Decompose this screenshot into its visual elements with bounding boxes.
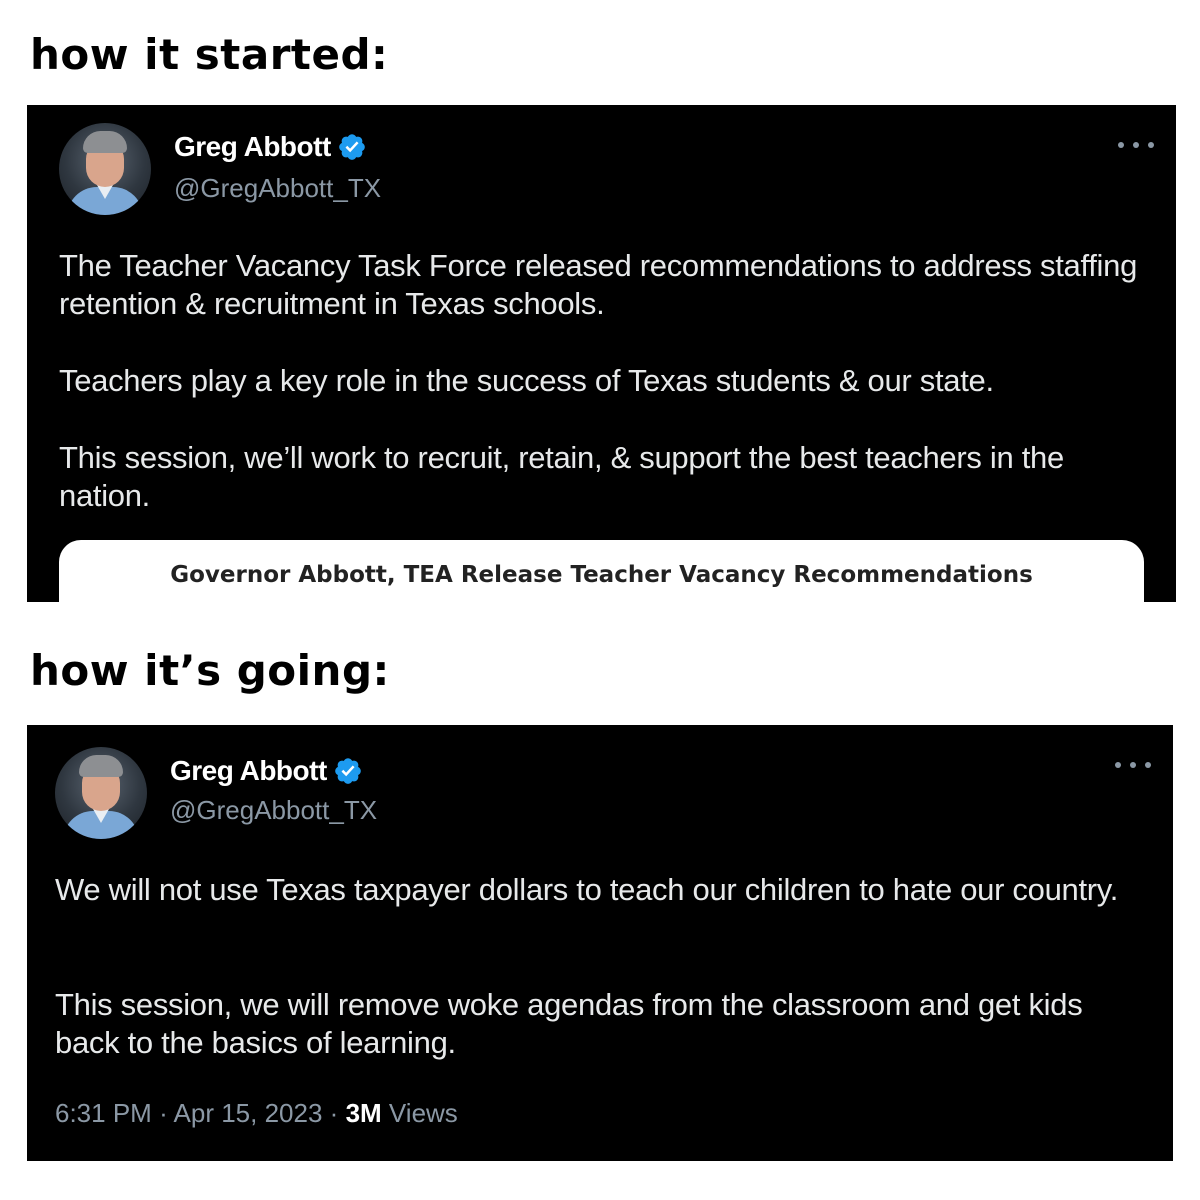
tweet-text-paragraph: The Teacher Vacancy Task Force released … <box>59 248 1138 321</box>
author-handle[interactable]: @GregAbbott_TX <box>174 173 381 204</box>
link-preview-title[interactable]: Governor Abbott, TEA Release Teacher Vac… <box>59 562 1144 588</box>
tweet-time[interactable]: 6:31 PM <box>55 1098 152 1128</box>
meta-separator: · <box>329 1098 339 1128</box>
tweet-date[interactable]: Apr 15, 2023 <box>174 1098 323 1128</box>
author-display-name[interactable]: Greg Abbott <box>174 131 331 163</box>
tweet-text-paragraph: Teachers play a key role in the success … <box>59 363 994 398</box>
views-label: Views <box>388 1098 458 1128</box>
tweet-card-second[interactable]: Greg Abbott @GregAbbott_TX We will not u… <box>27 725 1173 1161</box>
tweet-metadata: 6:31 PM · Apr 15, 2023 · 3M Views <box>55 1098 458 1129</box>
author-name-row[interactable]: Greg Abbott <box>174 131 367 163</box>
verified-badge-icon <box>338 134 365 160</box>
profile-avatar[interactable] <box>59 123 151 215</box>
more-options-icon[interactable] <box>1115 759 1151 771</box>
meta-separator: · <box>159 1098 168 1128</box>
profile-avatar[interactable] <box>55 747 147 839</box>
author-handle[interactable]: @GregAbbott_TX <box>170 795 377 826</box>
caption-how-its-going: how it’s going: <box>30 646 390 695</box>
more-options-icon[interactable] <box>1118 139 1154 151</box>
tweet-card-first[interactable]: Greg Abbott @GregAbbott_TX The Teacher V… <box>27 105 1176 602</box>
verified-badge-icon <box>334 758 361 784</box>
author-name-row[interactable]: Greg Abbott <box>170 755 363 787</box>
views-count: 3M <box>345 1098 382 1128</box>
tweet-text-paragraph: This session, we will remove woke agenda… <box>55 987 1083 1060</box>
tweet-text-paragraph: We will not use Texas taxpayer dollars t… <box>55 872 1119 907</box>
tweet-text-paragraph: This session, we’ll work to recruit, ret… <box>59 440 1064 513</box>
author-display-name[interactable]: Greg Abbott <box>170 755 327 787</box>
link-preview-card[interactable]: Governor Abbott, TEA Release Teacher Vac… <box>59 540 1144 602</box>
caption-how-it-started: how it started: <box>30 30 389 79</box>
